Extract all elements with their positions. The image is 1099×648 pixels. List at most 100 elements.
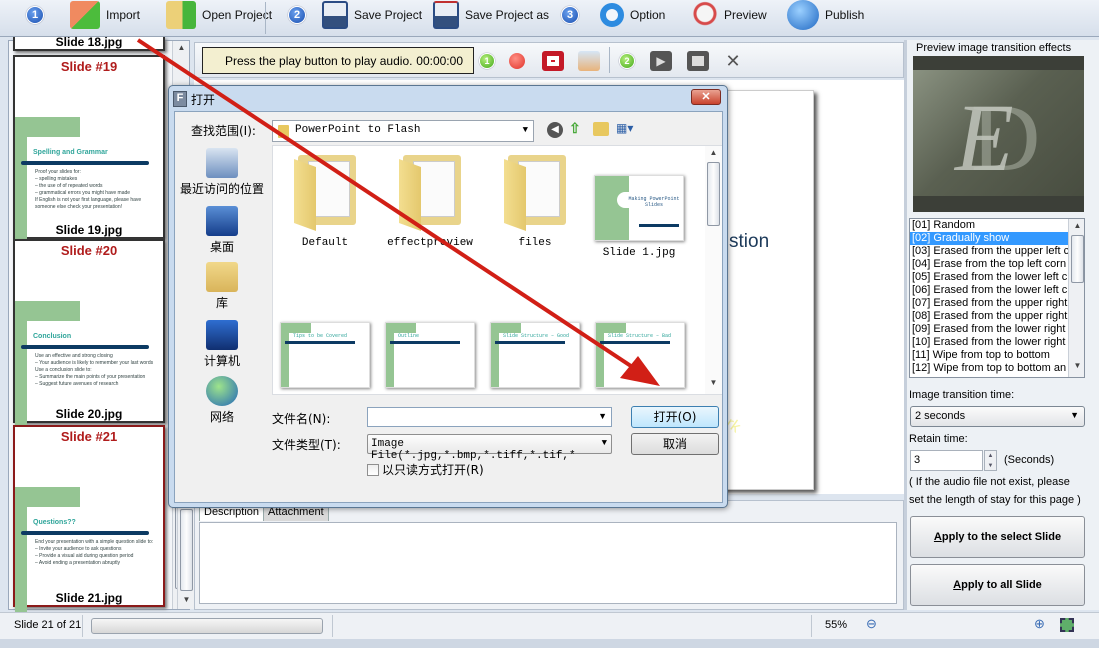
file-item-image[interactable]: Slide Structure – Bad bbox=[590, 322, 690, 388]
readonly-checkbox[interactable] bbox=[367, 463, 379, 476]
play-button[interactable]: ▶ bbox=[650, 51, 672, 71]
transition-effect-list[interactable]: [01] Random [02] Gradually show [03] Erase… bbox=[909, 218, 1085, 378]
description-textarea[interactable] bbox=[199, 522, 897, 604]
cancel-button[interactable]: 取消 bbox=[631, 433, 719, 455]
publish-button[interactable]: Publish bbox=[787, 0, 864, 30]
description-panel: Description Attachment ▼ bbox=[177, 500, 904, 610]
apply-to-selected-slide-button[interactable]: Apply to the select Slide bbox=[910, 516, 1085, 558]
canvas-scrollbar[interactable]: ▼ bbox=[177, 503, 194, 609]
scrollbar-thumb[interactable] bbox=[1071, 235, 1084, 283]
look-in-select[interactable]: PowerPoint to Flash ▼ bbox=[272, 120, 534, 142]
back-icon[interactable]: ◀ bbox=[547, 122, 563, 138]
retain-time-spinner[interactable]: ▲ ▼ bbox=[984, 450, 997, 471]
file-item-image[interactable]: Outline bbox=[380, 322, 480, 388]
filename-input[interactable]: ▼ bbox=[367, 407, 612, 427]
zoom-out-icon[interactable]: ⊖ bbox=[866, 616, 882, 634]
scrollbar-thumb[interactable] bbox=[707, 162, 720, 226]
effect-list-item[interactable]: [04] Erase from the top left corn bbox=[910, 258, 1069, 271]
effect-list-item[interactable]: [12] Wipe from top to bottom an bbox=[910, 362, 1069, 375]
retain-note-line-2: set the length of stay for this page ) bbox=[909, 494, 1081, 506]
zoom-in-icon[interactable]: ⊕ bbox=[1034, 616, 1050, 634]
file-item-image[interactable]: Making PowerPoint Slides Slide 1.jpg bbox=[589, 151, 689, 259]
effect-list-item[interactable]: [02] Gradually show bbox=[910, 232, 1069, 245]
record-button[interactable] bbox=[509, 53, 525, 69]
slide-thumbnail[interactable]: Slide 18.jpg bbox=[13, 35, 165, 51]
file-item-folder[interactable]: Default bbox=[275, 151, 375, 249]
scroll-up-icon[interactable]: ▲ bbox=[173, 43, 190, 57]
transition-time-value: 2 seconds bbox=[915, 410, 966, 422]
apply-to-all-slides-button[interactable]: Apply to all Slide bbox=[910, 564, 1085, 606]
retain-time-label: Retain time: bbox=[909, 433, 968, 445]
effect-list-item[interactable]: [08] Erased from the upper right bbox=[910, 310, 1069, 323]
thumbnail-title: Slide Structure – Bad bbox=[608, 333, 672, 339]
filename-label: 文件名(N): bbox=[272, 412, 331, 426]
save-project-button[interactable]: Save Project bbox=[322, 0, 422, 30]
place-libraries[interactable]: 库 bbox=[175, 262, 269, 311]
new-folder-icon[interactable] bbox=[593, 122, 609, 136]
status-separator bbox=[332, 615, 333, 637]
main-toolbar: 1 Import Open Project 2 Save Project Sav… bbox=[0, 0, 1099, 37]
slide-title-text: stion bbox=[729, 231, 770, 252]
effect-list-item[interactable]: [01] Random bbox=[910, 219, 1069, 232]
transition-time-label: Image transition time: bbox=[909, 389, 1015, 401]
filetype-select[interactable]: Image File(*.jpg,*.bmp,*.tiff,*.tif,* ▼ bbox=[367, 434, 612, 462]
filetype-label: 文件类型(T): bbox=[272, 438, 341, 452]
up-folder-icon[interactable]: ⇧ bbox=[569, 120, 585, 138]
thumbnail-title: Outline bbox=[398, 333, 420, 339]
preview-button[interactable]: Preview bbox=[692, 0, 767, 30]
file-item-folder[interactable]: effectpreview bbox=[380, 151, 480, 249]
import-button[interactable]: Import bbox=[70, 0, 140, 30]
delete-audio-icon[interactable]: ✕ bbox=[722, 51, 744, 71]
stop-button[interactable] bbox=[687, 51, 709, 71]
effect-list-item[interactable]: [03] Erased from the upper left c bbox=[910, 245, 1069, 258]
save-project-as-button[interactable]: Save Project as bbox=[433, 0, 549, 30]
effect-list-item[interactable]: [11] Wipe from top to bottom bbox=[910, 349, 1069, 362]
file-list[interactable]: Default effectpreview files Making Power… bbox=[272, 145, 722, 395]
window-bottom-border bbox=[0, 639, 1099, 648]
file-list-scrollbar[interactable]: ▲ ▼ bbox=[705, 146, 722, 394]
effect-list-item[interactable]: [06] Erased from the lower left c bbox=[910, 284, 1069, 297]
dialog-titlebar[interactable]: F 打开 bbox=[173, 88, 215, 110]
preview-magnifier-icon bbox=[692, 1, 718, 29]
slide-thumbnail[interactable]: Slide #19 Spelling and Grammar Proof you… bbox=[13, 55, 165, 242]
status-bar: Slide 21 of 21 55% ⊖ ⊕ bbox=[0, 612, 1099, 639]
fit-to-window-icon[interactable] bbox=[1060, 618, 1074, 632]
place-computer[interactable]: 计算机 bbox=[175, 320, 269, 369]
effect-list-item[interactable]: [10] Erased from the lower right bbox=[910, 336, 1069, 349]
file-item-image[interactable]: Slide Structure – Good bbox=[485, 322, 585, 388]
place-desktop[interactable]: 桌面 bbox=[175, 206, 269, 255]
floppy-icon bbox=[322, 1, 348, 29]
open-project-button[interactable]: Open Project bbox=[166, 0, 272, 30]
stop-record-button[interactable] bbox=[542, 51, 564, 71]
slide-thumbnail-list[interactable]: Slide 18.jpg Slide #19 Spelling and Gram… bbox=[8, 35, 190, 612]
preview-letter-e: E bbox=[955, 84, 1014, 191]
scroll-up-icon[interactable]: ▲ bbox=[1069, 221, 1084, 235]
places-bar: 最近访问的位置 桌面 库 计算机 网络 bbox=[175, 144, 269, 444]
open-button[interactable]: 打开(O) bbox=[631, 406, 719, 428]
import-audio-button[interactable] bbox=[578, 51, 600, 71]
slide-thumbnail-selected[interactable]: Slide #21 Questions?? End your presentat… bbox=[13, 425, 165, 612]
file-item-image[interactable]: Tips to be Covered bbox=[275, 322, 375, 388]
readonly-checkbox-row[interactable]: 以只读方式打开(R) bbox=[367, 461, 484, 478]
view-menu-icon[interactable]: ▦▾ bbox=[616, 121, 640, 137]
place-network[interactable]: 网络 bbox=[175, 376, 269, 425]
readonly-label: 以只读方式打开(R) bbox=[382, 463, 484, 477]
effect-list-scrollbar[interactable]: ▲ ▼ bbox=[1068, 219, 1084, 377]
scroll-down-icon[interactable]: ▼ bbox=[178, 595, 195, 609]
retain-time-input[interactable]: 3 bbox=[910, 450, 983, 471]
scrollbar-thumb[interactable] bbox=[180, 509, 193, 591]
effect-list-item[interactable]: [05] Erased from the lower left c bbox=[910, 271, 1069, 284]
option-button[interactable]: Option bbox=[600, 0, 665, 30]
effect-list-item[interactable]: [07] Erased from the upper right bbox=[910, 297, 1069, 310]
scroll-down-icon[interactable]: ▼ bbox=[705, 378, 722, 392]
slide-thumbnail[interactable]: Slide #20 Conclusion Use an effective an… bbox=[13, 239, 165, 426]
scroll-down-icon[interactable]: ▼ bbox=[1069, 361, 1084, 375]
file-item-folder[interactable]: files bbox=[485, 151, 585, 249]
transition-time-select[interactable]: 2 seconds ▼ bbox=[910, 406, 1085, 427]
close-icon[interactable]: ✕ bbox=[691, 89, 721, 105]
folder-icon bbox=[290, 151, 360, 232]
effect-list-item[interactable]: [09] Erased from the lower right bbox=[910, 323, 1069, 336]
place-recent[interactable]: 最近访问的位置 bbox=[175, 148, 269, 197]
chevron-down-icon[interactable]: ▼ bbox=[598, 411, 607, 421]
scroll-up-icon[interactable]: ▲ bbox=[705, 148, 722, 162]
